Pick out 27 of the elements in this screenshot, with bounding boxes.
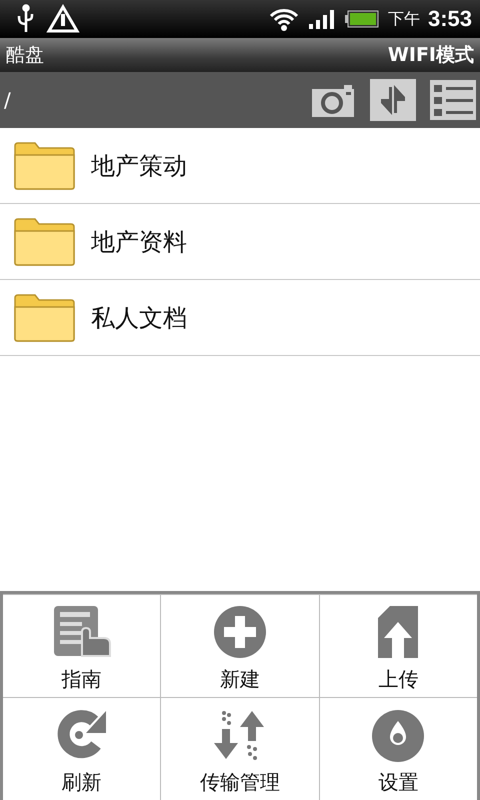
folder-icon [13, 218, 75, 266]
menu-item[interactable]: 上传 [320, 595, 477, 697]
menu-item[interactable]: 刷新 [3, 698, 160, 800]
clock-time: 3:53 [428, 6, 472, 32]
transfer-icon[interactable] [370, 79, 416, 121]
menu-item[interactable]: 设置 [320, 698, 477, 800]
mode-label: WIFI模式 [388, 43, 474, 68]
menu-item[interactable]: 新建 [161, 595, 319, 697]
checklist-icon[interactable] [430, 80, 476, 120]
folder-icon [13, 142, 75, 190]
folder-item[interactable]: 私人文档 [0, 280, 480, 356]
plus-icon [212, 604, 268, 660]
menu-item[interactable]: 传输管理 [161, 698, 319, 800]
warning-icon [46, 4, 80, 34]
app-title: 酷盘 [6, 43, 44, 68]
battery-icon [344, 9, 380, 29]
folder-item[interactable]: 地产策动 [0, 128, 480, 204]
guide-icon [52, 604, 112, 660]
folder-icon [13, 294, 75, 342]
signal-icon [308, 8, 336, 30]
folder-item[interactable]: 地产资料 [0, 204, 480, 280]
time-period: 下午 [388, 8, 420, 30]
menu-item[interactable]: 指南 [3, 595, 160, 697]
upload-icon [376, 604, 420, 660]
wifi-icon [268, 6, 300, 32]
current-path: / [4, 88, 11, 112]
settings-icon [370, 707, 426, 763]
